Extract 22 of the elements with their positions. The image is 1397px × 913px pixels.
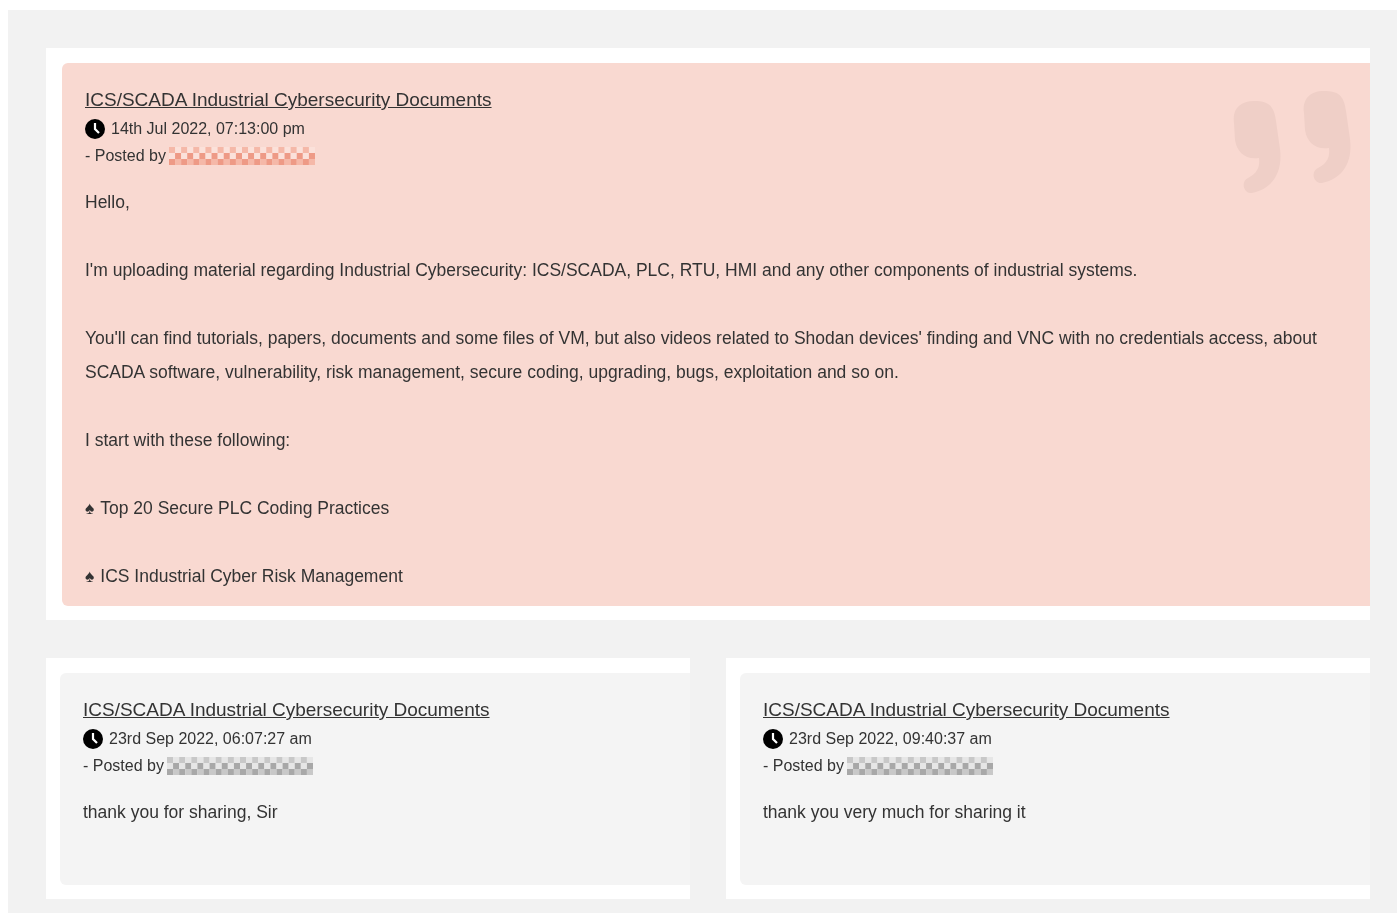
clock-icon — [83, 729, 103, 749]
list-item-text: Top 20 Secure PLC Coding Practices — [100, 497, 390, 520]
post-title-link[interactable]: ICS/SCADA Industrial Cybersecurity Documents — [763, 699, 1170, 721]
bullet-marker: ♠ — [85, 565, 95, 588]
post-paragraph: Hello, — [85, 191, 131, 214]
post-title-link[interactable]: ICS/SCADA Industrial Cybersecurity Documents — [85, 89, 492, 111]
post-time: 14th Jul 2022, 07:13:00 pm — [111, 120, 305, 138]
post-paragraph: I'm uploading material regarding Industrial Cybersecurity: ICS/SCADA, PLC, RTU, HMI and any other components of industrial systems. — [85, 259, 1139, 282]
post-paragraph: I start with these following: — [85, 429, 292, 452]
clock-icon — [85, 119, 105, 139]
post-paragraph: thank you for sharing, Sir — [83, 801, 279, 824]
posted-by-label: - Posted by — [83, 757, 164, 775]
list-item-text: ICS Industrial Cyber Risk Management — [100, 565, 403, 588]
posted-by-label: - Posted by — [85, 147, 166, 165]
post-paragraph: You'll can find tutorials, papers, documents and some files of VM, but also videos related to Shodan devices' finding and VNC with no credentials access, about SCADA software, vulnerability, risk management, secure coding, upgrading, bugs, exploitation and so on. — [85, 327, 1318, 384]
post-time: 23rd Sep 2022, 06:07:27 am — [109, 730, 312, 748]
bullet-marker: ♠ — [85, 497, 95, 520]
posted-by-label: - Posted by — [763, 757, 844, 775]
clock-icon — [763, 729, 783, 749]
post-time: 23rd Sep 2022, 09:40:37 am — [789, 730, 992, 748]
post-paragraph: thank you very much for sharing it — [763, 801, 1027, 824]
post-title-link[interactable]: ICS/SCADA Industrial Cybersecurity Documents — [83, 699, 490, 721]
